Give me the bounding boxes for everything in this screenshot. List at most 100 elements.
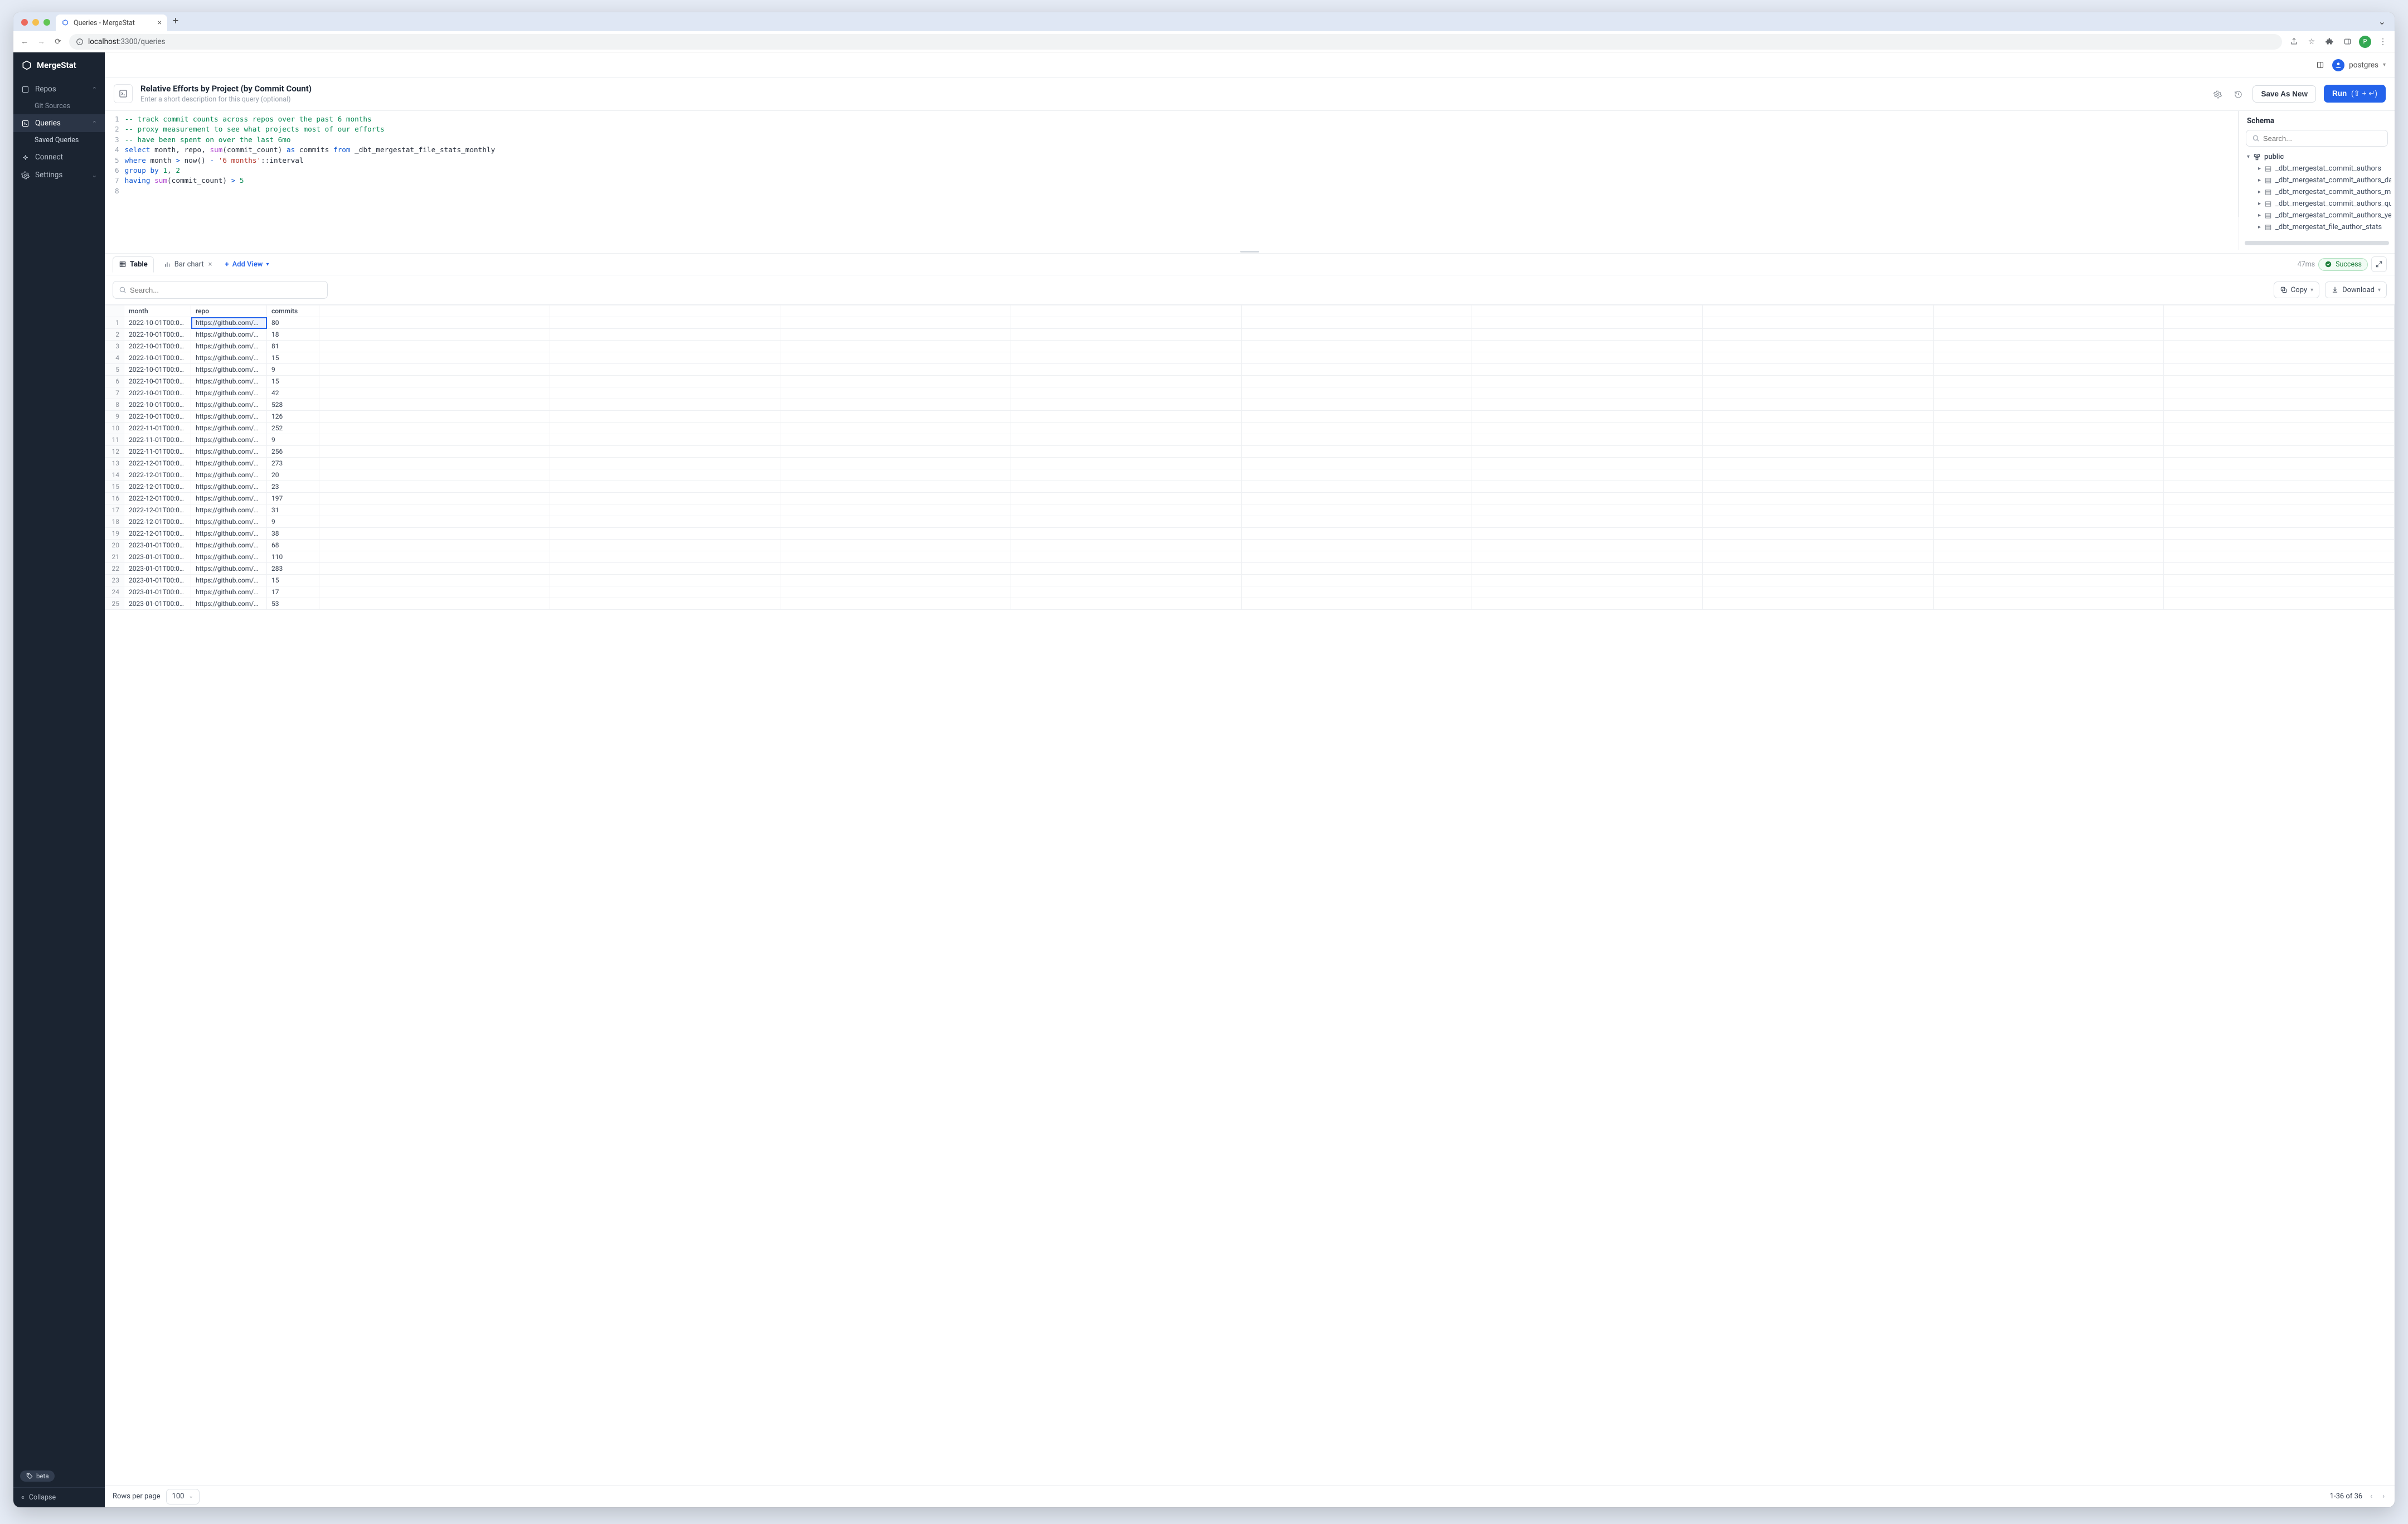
nav-reload-button[interactable]: ⟳ xyxy=(52,37,64,46)
schema-scrollbar[interactable] xyxy=(2245,241,2389,245)
table-row[interactable]: 112022-11-01T00:00:00.000Zhttps://github… xyxy=(105,434,2395,446)
col-repo[interactable]: repo xyxy=(191,305,267,317)
cell-commits[interactable]: 9 xyxy=(267,516,319,528)
share-button[interactable] xyxy=(2288,37,2300,46)
cell-month[interactable]: 2022-11-01T00:00:00.000Z xyxy=(124,446,191,458)
sidebar-item-queries[interactable]: Queries ⌃ xyxy=(13,114,105,132)
table-row[interactable]: 192022-12-01T00:00:00.000Zhttps://github… xyxy=(105,528,2395,540)
cell-repo[interactable]: https://github.com/mergestat/... xyxy=(191,399,267,411)
cell-repo[interactable]: https://github.com/mergestat/... xyxy=(191,458,267,469)
page-prev-button[interactable]: ‹ xyxy=(2368,1492,2375,1501)
extensions-button[interactable] xyxy=(2323,37,2336,46)
table-row[interactable]: 102022-11-01T00:00:00.000Zhttps://github… xyxy=(105,423,2395,434)
cell-commits[interactable]: 9 xyxy=(267,434,319,446)
cell-repo[interactable]: https://github.com/mergestat/... xyxy=(191,516,267,528)
nav-back-button[interactable]: ← xyxy=(19,37,30,46)
cell-repo[interactable]: https://github.com/mergestat/... xyxy=(191,411,267,423)
cell-month[interactable]: 2022-12-01T00:00:00.000Z xyxy=(124,493,191,504)
query-title[interactable]: Relative Efforts by Project (by Commit C… xyxy=(140,84,312,94)
sidebar-sub-saved-queries[interactable]: Saved Queries xyxy=(13,132,105,148)
results-tab-table[interactable]: Table xyxy=(113,256,154,273)
table-row[interactable]: 52022-10-01T00:00:00.000Zhttps://github.… xyxy=(105,364,2395,376)
col-rownum[interactable] xyxy=(105,305,124,317)
cell-month[interactable]: 2023-01-01T00:00:00.000Z xyxy=(124,575,191,586)
sidebar-collapse-button[interactable]: « Collapse xyxy=(13,1487,105,1507)
schema-table[interactable]: ▸_dbt_mergestat_commit_authors_monthly xyxy=(2242,186,2391,198)
cell-repo[interactable]: https://github.com/mergestat/... xyxy=(191,540,267,551)
table-row[interactable]: 182022-12-01T00:00:00.000Zhttps://github… xyxy=(105,516,2395,528)
table-row[interactable]: 82022-10-01T00:00:00.000Zhttps://github.… xyxy=(105,399,2395,411)
expand-results-button[interactable] xyxy=(2371,256,2387,272)
cell-commits[interactable]: 42 xyxy=(267,387,319,399)
table-row[interactable]: 212023-01-01T00:00:00.000Zhttps://github… xyxy=(105,551,2395,563)
results-search[interactable] xyxy=(113,281,328,299)
table-row[interactable]: 122022-11-01T00:00:00.000Zhttps://github… xyxy=(105,446,2395,458)
schema-table[interactable]: ▸_dbt_mergestat_commit_authors xyxy=(2242,163,2391,174)
query-history-button[interactable] xyxy=(2232,86,2245,101)
schema-table[interactable]: ▸_dbt_mergestat_file_author_stats xyxy=(2242,221,2391,233)
cell-commits[interactable]: 23 xyxy=(267,481,319,493)
table-row[interactable]: 242023-01-01T00:00:00.000Zhttps://github… xyxy=(105,586,2395,598)
cell-repo[interactable]: https://github.com/mergestat/... xyxy=(191,575,267,586)
cell-repo[interactable]: https://github.com/mergestat/... xyxy=(191,563,267,575)
save-as-new-button[interactable]: Save As New xyxy=(2252,85,2316,103)
cell-repo[interactable]: https://github.com/mergestat/... xyxy=(191,434,267,446)
cell-repo[interactable]: https://github.com/mergestat/... xyxy=(191,481,267,493)
cell-commits[interactable]: 126 xyxy=(267,411,319,423)
cell-month[interactable]: 2022-12-01T00:00:00.000Z xyxy=(124,458,191,469)
cell-repo[interactable]: https://github.com/mergestat/... xyxy=(191,598,267,610)
table-row[interactable]: 232023-01-01T00:00:00.000Zhttps://github… xyxy=(105,575,2395,586)
col-month[interactable]: month xyxy=(124,305,191,317)
cell-month[interactable]: 2022-10-01T00:00:00.000Z xyxy=(124,352,191,364)
cell-month[interactable]: 2022-12-01T00:00:00.000Z xyxy=(124,504,191,516)
table-row[interactable]: 162022-12-01T00:00:00.000Zhttps://github… xyxy=(105,493,2395,504)
cell-repo[interactable]: https://github.com/mergestat/... xyxy=(191,352,267,364)
add-view-button[interactable]: + Add View ▾ xyxy=(225,260,269,269)
sidebar-item-repos[interactable]: Repos ⌃ xyxy=(13,80,105,98)
tabs-overflow-button[interactable]: ⌄ xyxy=(2374,16,2390,31)
cell-repo[interactable]: https://github.com/mergestat/... xyxy=(191,317,267,329)
window-minimize-icon[interactable] xyxy=(32,19,39,26)
cell-commits[interactable]: 15 xyxy=(267,376,319,387)
cell-commits[interactable]: 53 xyxy=(267,598,319,610)
cell-commits[interactable]: 80 xyxy=(267,317,319,329)
table-row[interactable]: 22022-10-01T00:00:00.000Zhttps://github.… xyxy=(105,329,2395,341)
cell-month[interactable]: 2022-10-01T00:00:00.000Z xyxy=(124,411,191,423)
cell-month[interactable]: 2023-01-01T00:00:00.000Z xyxy=(124,598,191,610)
run-button[interactable]: Run (⇧ + ↵) xyxy=(2324,85,2386,103)
table-row[interactable]: 132022-12-01T00:00:00.000Zhttps://github… xyxy=(105,458,2395,469)
cell-repo[interactable]: https://github.com/mergestat/... xyxy=(191,341,267,352)
cell-repo[interactable]: https://github.com/mergestat/... xyxy=(191,528,267,540)
cell-commits[interactable]: 256 xyxy=(267,446,319,458)
cell-commits[interactable]: 283 xyxy=(267,563,319,575)
cell-repo[interactable]: https://github.com/mergestat/... xyxy=(191,423,267,434)
cell-month[interactable]: 2022-10-01T00:00:00.000Z xyxy=(124,399,191,411)
cell-commits[interactable]: 273 xyxy=(267,458,319,469)
query-settings-button[interactable] xyxy=(2211,86,2224,101)
table-row[interactable]: 32022-10-01T00:00:00.000Zhttps://github.… xyxy=(105,341,2395,352)
schema-table[interactable]: ▸_dbt_mergestat_commit_authors_yearly xyxy=(2242,210,2391,221)
sidebar-sub-git-sources[interactable]: Git Sources xyxy=(13,98,105,114)
cell-month[interactable]: 2022-12-01T00:00:00.000Z xyxy=(124,481,191,493)
copy-button[interactable]: Copy ▾ xyxy=(2274,281,2319,298)
cell-repo[interactable]: https://github.com/mergestat/... xyxy=(191,446,267,458)
cell-commits[interactable]: 197 xyxy=(267,493,319,504)
cell-repo[interactable]: https://github.com/mergestat/... xyxy=(191,551,267,563)
schema-table[interactable]: ▸_dbt_mergestat_commit_authors_daily xyxy=(2242,174,2391,186)
cell-commits[interactable]: 110 xyxy=(267,551,319,563)
cell-month[interactable]: 2023-01-01T00:00:00.000Z xyxy=(124,586,191,598)
beta-badge[interactable]: beta xyxy=(20,1470,55,1482)
cell-commits[interactable]: 17 xyxy=(267,586,319,598)
new-tab-button[interactable]: + xyxy=(167,15,184,31)
docs-icon[interactable] xyxy=(2316,61,2324,69)
table-row[interactable]: 142022-12-01T00:00:00.000Zhttps://github… xyxy=(105,469,2395,481)
results-grid[interactable]: month repo commits 12022-10-01T00:00:00.… xyxy=(105,304,2395,1485)
table-row[interactable]: 92022-10-01T00:00:00.000Zhttps://github.… xyxy=(105,411,2395,423)
tab-close-icon[interactable]: × xyxy=(158,18,162,27)
rows-per-page-select[interactable]: 100 ⌄ xyxy=(166,1489,200,1504)
cell-commits[interactable]: 9 xyxy=(267,364,319,376)
schema-node-public[interactable]: ▾ public xyxy=(2242,151,2391,163)
cell-month[interactable]: 2022-10-01T00:00:00.000Z xyxy=(124,376,191,387)
cell-month[interactable]: 2023-01-01T00:00:00.000Z xyxy=(124,563,191,575)
sidebar-item-connect[interactable]: Connect xyxy=(13,148,105,166)
